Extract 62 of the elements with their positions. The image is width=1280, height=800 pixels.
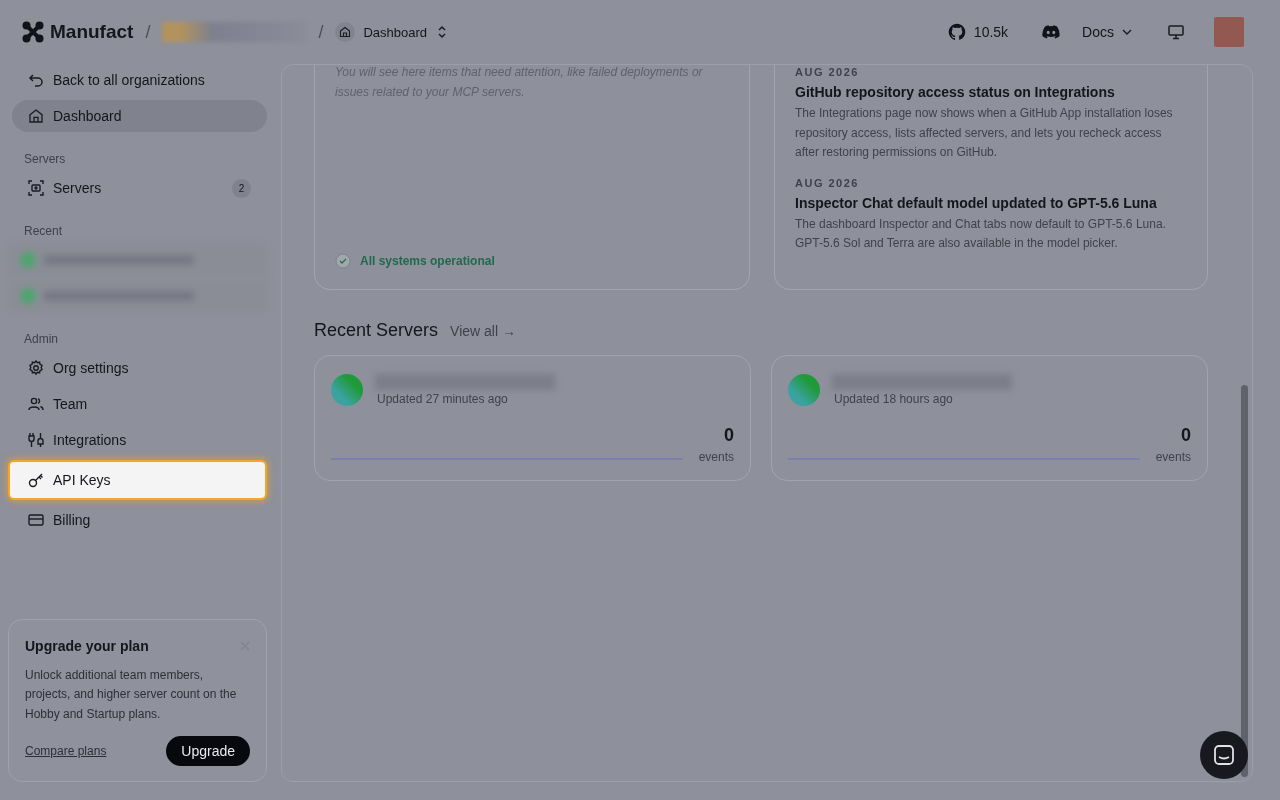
event-count: 0: [724, 425, 734, 446]
section-heading: Servers: [23, 152, 67, 166]
blurred-org-name[interactable]: [162, 22, 307, 42]
updated-time: Updated 18 hours ago: [834, 392, 954, 406]
section-heading: Recent: [23, 224, 64, 238]
github-stars-link[interactable]: 10.5k: [947, 23, 1009, 41]
event-unit: events: [1155, 450, 1191, 464]
sidebar-item[interactable]: API Keys: [8, 460, 267, 500]
chevron-updown-icon: [437, 25, 448, 39]
brand-name[interactable]: Manufact: [50, 21, 134, 43]
count-badge: 2: [232, 178, 251, 198]
back-arrow-icon: [28, 72, 44, 88]
sidebar-item[interactable]: Org settings: [12, 352, 267, 384]
updated-time: Updated 27 minutes ago: [377, 392, 509, 406]
github-icon: [947, 23, 966, 41]
sidebar-item[interactable]: Servers 2: [12, 172, 267, 204]
home-icon: [28, 108, 44, 124]
chevron-down-icon: [1122, 29, 1132, 35]
server-card[interactable]: Updated 18 hours ago 0 events: [771, 355, 1208, 481]
docs-menu[interactable]: Docs: [1082, 24, 1132, 40]
sidebar-item[interactable]: Integrations: [12, 424, 267, 456]
server-icon: [28, 180, 44, 196]
upgrade-title: Upgrade your plan: [25, 637, 149, 654]
update-title[interactable]: GitHub repository access status on Integrations: [795, 84, 1187, 100]
update-title[interactable]: Inspector Chat default model updated to GPT-5.6 Luna: [795, 194, 1187, 211]
sidebar-item[interactable]: Team: [12, 388, 267, 420]
credit-card-icon: [28, 512, 44, 528]
dashboard-nav-item[interactable]: Dashboard: [12, 100, 267, 132]
update-date: AUG 2026: [795, 66, 860, 78]
event-unit: events: [698, 450, 734, 464]
logo-icon: [22, 21, 44, 43]
discord-icon[interactable]: [1042, 25, 1061, 39]
sidebar-item[interactable]: Billing: [12, 504, 267, 536]
update-text: The dashboard Inspector and Chat tabs now default to GPT-5.6 Luna. GPT-5.6 Sol and Terra are also available in the model picker.: [795, 215, 1167, 252]
server-card[interactable]: Updated 27 minutes ago 0 events: [314, 355, 751, 481]
breadcrumb-separator: /: [145, 21, 151, 43]
scrollbar[interactable]: [1241, 385, 1248, 777]
settings-icon: [28, 360, 44, 376]
breadcrumb-separator: /: [318, 21, 324, 43]
people-icon: [28, 396, 44, 412]
avatar[interactable]: [1214, 17, 1244, 47]
home-icon: [335, 22, 356, 42]
key-icon: [28, 472, 44, 488]
server-avatar: [331, 374, 363, 406]
monitor-icon[interactable]: [1168, 24, 1184, 40]
upgrade-button[interactable]: Upgrade: [166, 736, 250, 766]
section-title: Recent Servers: [314, 320, 439, 341]
chat-button[interactable]: [1200, 731, 1248, 779]
section-heading: Admin: [23, 332, 59, 346]
back-link[interactable]: Back to all organizations: [12, 64, 267, 96]
event-count: 0: [1181, 425, 1191, 446]
check-icon: [335, 253, 351, 269]
upgrade-text: Unlock additional team members, projects, and higher server count on the Hobby and Startup plans.: [25, 666, 238, 723]
update-text: The Integrations page now shows when a GitHub App installation loses repository access, lists affected servers, and lets you recheck access after restoring permissions on GitHub.: [795, 105, 1174, 161]
server-avatar: [788, 374, 820, 406]
compare-plans-link[interactable]: Compare plans: [25, 744, 107, 758]
page-switcher[interactable]: Dashboard: [363, 24, 448, 40]
chat-icon: [1213, 744, 1235, 766]
status-text: All systems operational: [360, 254, 495, 268]
update-date: AUG 2026: [795, 176, 860, 189]
view-all-link[interactable]: View all →: [450, 323, 516, 339]
plug-icon: [28, 432, 44, 448]
